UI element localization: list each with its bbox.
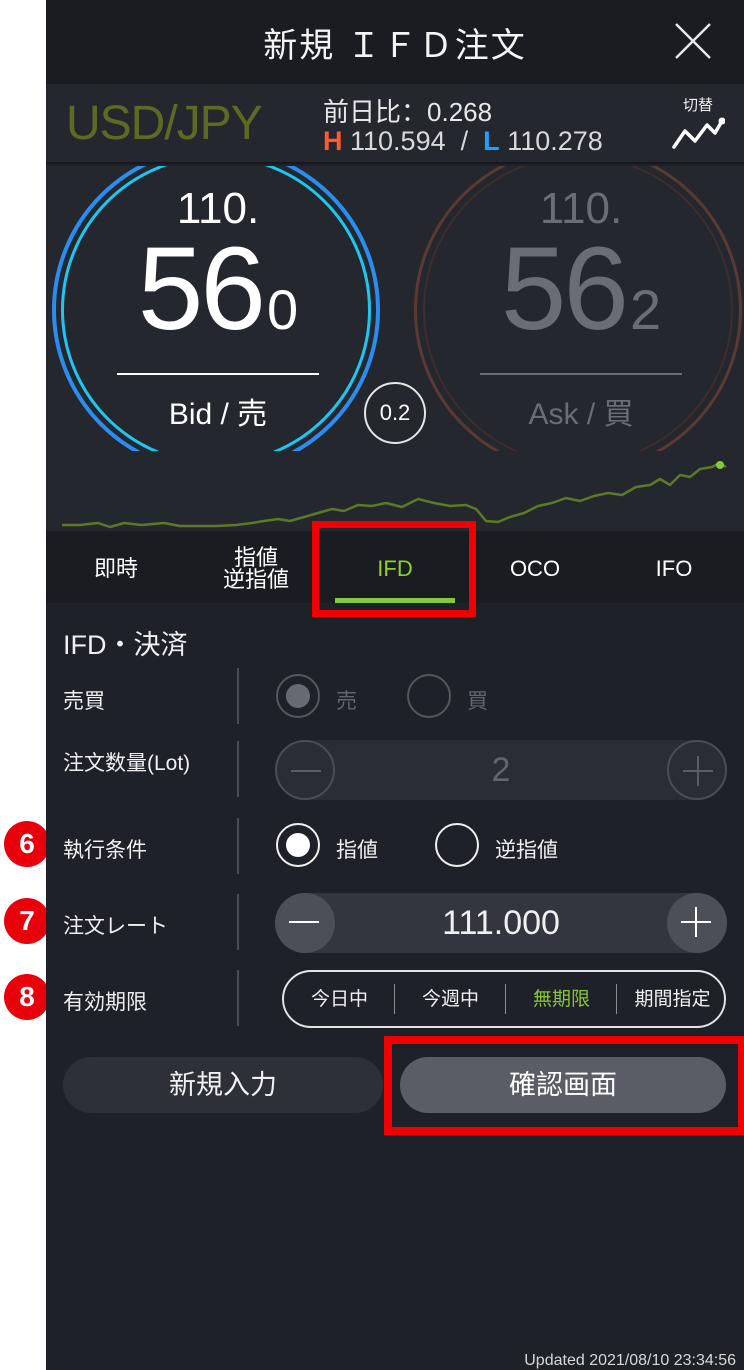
annotation-badge-8: 8	[4, 974, 50, 1020]
high-value: 110.594	[350, 126, 446, 156]
condition-label: 執行条件	[63, 839, 147, 862]
annotation-badge-7: 7	[4, 898, 50, 944]
highlight-box-confirm	[384, 1036, 744, 1135]
highlight-box-ifd-tab	[312, 521, 476, 617]
expiry-option-unlimited[interactable]: 無期限	[506, 972, 617, 1026]
rate-decrease-button[interactable]	[275, 893, 335, 953]
rate-increase-button[interactable]	[667, 893, 727, 953]
currency-pair-name[interactable]: USD/JPY	[66, 96, 263, 151]
rate-label: 注文レート	[63, 915, 168, 938]
day-change-label: 前日比：	[323, 97, 428, 127]
expiry-label: 有効期限	[63, 991, 147, 1014]
tab-immediate[interactable]: 即時	[46, 531, 186, 603]
page-title: 新規 ＩＦＤ注文	[263, 27, 527, 65]
sell-radio[interactable]	[276, 674, 320, 718]
limit-radio[interactable]	[276, 823, 320, 867]
spread-badge: 0.2	[364, 382, 426, 444]
expiry-option-today[interactable]: 今日中	[284, 972, 395, 1026]
low-value: 110.278	[507, 126, 603, 156]
tab-oco-label: OCO	[509, 556, 561, 581]
ask-divider	[480, 373, 682, 375]
quantity-value[interactable]: 2	[335, 740, 667, 800]
high-low: H 110.594 / L 110.278	[323, 126, 603, 157]
ifd-order-screen: 新規 ＩＦＤ注文 USD/JPY 前日比：0.268 H 110.594 / L…	[46, 0, 744, 1370]
row-divider	[237, 894, 239, 950]
bid-price-pips: 56	[137, 223, 266, 355]
bid-label: Bid / 売	[168, 398, 268, 431]
switch-label: 切替	[682, 97, 713, 114]
close-icon[interactable]	[670, 18, 716, 64]
expiry-option-this-week[interactable]: 今週中	[395, 972, 506, 1026]
updated-timestamp: Updated 2021/08/10 23:34:56	[524, 1352, 736, 1369]
tab-limit-stop[interactable]: 指値 逆指値	[186, 531, 326, 603]
sell-radio-label: 売	[336, 690, 357, 713]
row-divider	[237, 741, 239, 797]
buy-radio-label: 買	[467, 690, 488, 713]
minus-icon	[291, 770, 321, 772]
rate-stepper: 111.000	[275, 893, 727, 953]
tab-ifo[interactable]: IFO	[604, 531, 744, 603]
new-input-button[interactable]: 新規入力	[63, 1057, 383, 1113]
radio-dot	[286, 833, 310, 857]
tab-oco[interactable]: OCO	[465, 531, 605, 603]
low-label: L	[483, 126, 500, 156]
stop-radio-label: 逆指値	[495, 839, 558, 862]
ask-price-fraction: 2	[630, 278, 662, 341]
high-label: H	[323, 126, 343, 156]
stop-radio[interactable]	[435, 823, 479, 867]
day-change-value: 0.268	[427, 97, 493, 127]
expiry-segmented-control: 今日中 今週中 無期限 期間指定	[282, 970, 726, 1028]
header-bar: 新規 ＩＦＤ注文	[46, 0, 744, 84]
bid-price[interactable]: 110. 560 Bid / 売	[108, 184, 328, 433]
radio-dot	[286, 684, 310, 708]
expiry-option-period[interactable]: 期間指定	[617, 972, 728, 1026]
quantity-label: 注文数量(Lot)	[63, 752, 191, 775]
tab-limit-label: 指値	[233, 545, 278, 570]
bid-price-main: 560	[108, 230, 328, 365]
buy-radio[interactable]	[407, 674, 451, 718]
row-divider	[237, 970, 239, 1026]
section-title: IFD・決済	[63, 630, 188, 660]
ask-price-main: 562	[471, 230, 691, 365]
day-change: 前日比：0.268	[323, 92, 492, 129]
tab-stop-label: 逆指値	[222, 567, 289, 592]
chart-switch-button[interactable]: 切替	[668, 94, 728, 154]
ask-price-pips: 56	[500, 223, 629, 355]
high-low-separator: /	[460, 126, 469, 156]
bid-price-fraction: 0	[267, 278, 299, 341]
tab-immediate-label: 即時	[93, 556, 138, 581]
currency-pair-bar: USD/JPY 前日比：0.268 H 110.594 / L 110.278 …	[46, 84, 744, 164]
tab-ifo-label: IFO	[655, 556, 693, 581]
ask-label: Ask / 買	[528, 398, 634, 431]
quantity-increase-button[interactable]	[667, 740, 727, 800]
ask-price[interactable]: 110. 562 Ask / 買	[471, 184, 691, 433]
rate-value[interactable]: 111.000	[335, 893, 667, 953]
price-sparkline	[46, 451, 744, 531]
row-divider	[237, 668, 239, 724]
minus-icon	[289, 921, 319, 923]
quantity-decrease-button[interactable]	[275, 740, 335, 800]
bid-divider	[117, 373, 319, 375]
side-label: 売買	[63, 690, 105, 713]
line-chart-icon	[672, 117, 726, 149]
row-divider	[237, 818, 239, 874]
annotation-badge-6: 6	[4, 821, 50, 867]
quantity-stepper: 2	[275, 740, 727, 800]
limit-radio-label: 指値	[336, 839, 378, 862]
price-panel: 110. 560 Bid / 売 110. 562 Ask / 買 0.2	[46, 166, 744, 451]
